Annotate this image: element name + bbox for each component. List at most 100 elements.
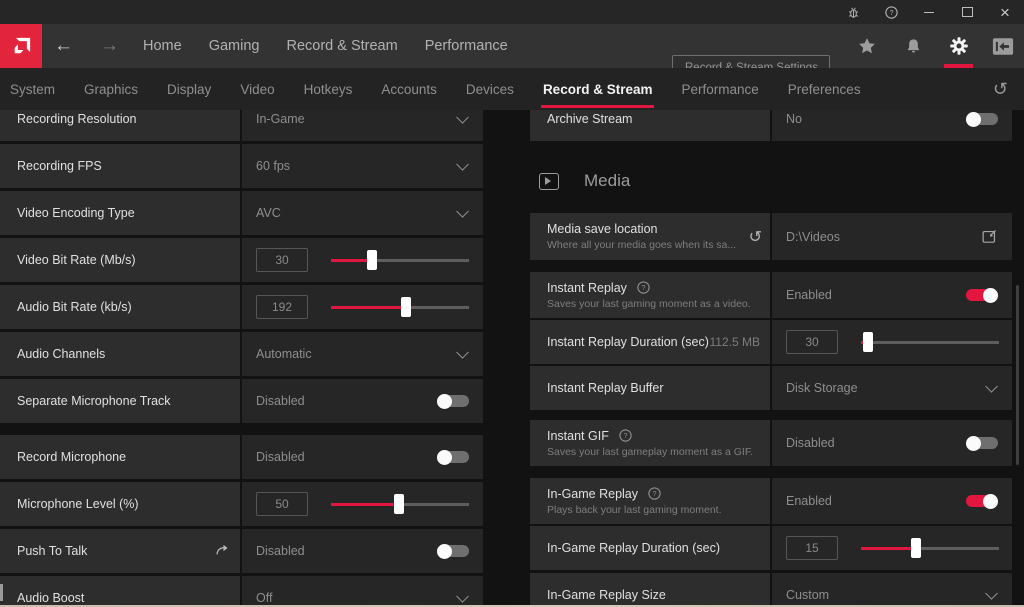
audio-boost-dropdown[interactable]: Off <box>242 576 483 607</box>
chevron-down-icon <box>985 587 998 600</box>
row-archive-stream: Archive Stream No <box>530 110 1012 141</box>
toggle-state-label: Disabled <box>786 436 835 450</box>
media-save-path: D:\Videos <box>786 230 840 244</box>
row-recording-resolution: Recording Resolution In-Game <box>0 110 483 141</box>
in-game-replay-duration-input[interactable] <box>786 536 838 560</box>
tab-devices[interactable]: Devices <box>464 68 516 110</box>
menu-item-gaming[interactable]: Gaming <box>209 38 260 54</box>
row-video-encoding-type: Video Encoding Type AVC <box>0 191 483 235</box>
audio-bitrate-slider[interactable] <box>331 297 469 317</box>
minimize-to-tray-icon[interactable] <box>988 24 1018 68</box>
tab-graphics[interactable]: Graphics <box>82 68 140 110</box>
tab-video[interactable]: Video <box>238 68 276 110</box>
slider-handle[interactable] <box>911 538 921 558</box>
tab-hotkeys[interactable]: Hotkeys <box>302 68 355 110</box>
navbar: ← → Home Gaming Record & Stream Performa… <box>0 24 1024 68</box>
audio-channels-dropdown[interactable]: Automatic <box>242 332 483 376</box>
undo-reset-icon[interactable]: ↺ <box>749 229 762 245</box>
right-scrollbar-thumb[interactable] <box>1016 285 1019 465</box>
left-scrollbar-thumb[interactable] <box>0 584 3 601</box>
menu-item-home[interactable]: Home <box>143 38 182 54</box>
setting-label: Video Encoding Type <box>17 206 135 220</box>
row-microphone-level: Microphone Level (%) <box>0 482 483 526</box>
media-video-icon <box>539 173 559 190</box>
slider-handle[interactable] <box>394 494 404 514</box>
chevron-down-icon <box>456 346 469 359</box>
tab-system[interactable]: System <box>8 68 57 110</box>
video-bitrate-input[interactable] <box>256 248 308 272</box>
settings-gear-icon[interactable] <box>944 24 974 68</box>
svg-text:?: ? <box>641 284 645 292</box>
row-in-game-replay: In-Game Replay ? Plays back your last ga… <box>530 478 1012 524</box>
row-instant-replay: Instant Replay ? Saves your last gaming … <box>530 272 1012 318</box>
tab-record-stream[interactable]: Record & Stream <box>541 68 655 110</box>
archive-stream-toggle[interactable] <box>966 112 998 127</box>
in-game-replay-duration-slider[interactable] <box>861 538 999 558</box>
reset-defaults-icon[interactable]: ↺ <box>993 68 1024 110</box>
toggle-state-label: Disabled <box>256 394 305 408</box>
recording-settings-column: Recording Resolution In-Game Recording F… <box>0 110 483 607</box>
menu-item-record-stream[interactable]: Record & Stream <box>286 38 397 54</box>
setting-label: Audio Bit Rate (kb/s) <box>17 300 132 314</box>
setting-label: Audio Channels <box>17 347 105 361</box>
record-microphone-toggle[interactable] <box>437 450 469 465</box>
slider-handle[interactable] <box>367 250 377 270</box>
maximize-icon <box>962 7 973 17</box>
recording-resolution-dropdown[interactable]: In-Game <box>242 110 483 141</box>
setting-label: Recording Resolution <box>17 112 137 126</box>
slider-handle[interactable] <box>401 297 411 317</box>
row-separate-microphone-track: Separate Microphone Track Disabled <box>0 379 483 423</box>
recording-fps-dropdown[interactable]: 60 fps <box>242 144 483 188</box>
row-in-game-replay-size: In-Game Replay Size Custom <box>530 573 1012 607</box>
separate-mic-track-toggle[interactable] <box>437 394 469 409</box>
main-menu: Home Gaming Record & Stream Performance <box>143 24 508 68</box>
setting-sublabel: Plays back your last gaming moment. <box>547 504 762 516</box>
instant-replay-duration-input[interactable] <box>786 330 838 354</box>
dropdown-value: Automatic <box>256 347 312 361</box>
toggle-state-label: No <box>786 112 802 126</box>
push-to-talk-toggle[interactable] <box>437 544 469 559</box>
instant-replay-buffer-dropdown[interactable]: Disk Storage <box>772 366 1012 410</box>
microphone-level-input[interactable] <box>256 492 308 516</box>
video-bitrate-slider[interactable] <box>331 250 469 270</box>
setting-label: Archive Stream <box>547 112 632 126</box>
amd-logo[interactable] <box>0 24 42 68</box>
instant-replay-duration-slider[interactable] <box>861 332 999 352</box>
bug-report-icon[interactable] <box>834 0 872 24</box>
instant-gif-toggle[interactable] <box>966 436 998 451</box>
section-title: Media <box>584 171 630 191</box>
in-game-replay-toggle[interactable] <box>966 494 998 509</box>
help-icon[interactable]: ? <box>872 0 910 24</box>
microphone-level-slider[interactable] <box>331 494 469 514</box>
close-button[interactable]: × <box>986 0 1024 24</box>
help-icon[interactable]: ? <box>647 486 662 501</box>
favorites-star-icon[interactable] <box>852 24 882 68</box>
edit-location-icon[interactable] <box>981 228 998 245</box>
dropdown-value: Off <box>256 591 272 605</box>
share-arrow-icon[interactable] <box>214 542 232 560</box>
minimize-button[interactable] <box>910 0 948 24</box>
amd-logo-frame <box>15 37 29 51</box>
slider-handle[interactable] <box>863 332 873 352</box>
audio-bitrate-input[interactable] <box>256 295 308 319</box>
video-encoding-dropdown[interactable]: AVC <box>242 191 483 235</box>
back-button[interactable]: ← <box>54 24 73 68</box>
notifications-bell-icon[interactable] <box>898 24 928 68</box>
instant-replay-toggle[interactable] <box>966 288 998 303</box>
help-icon[interactable]: ? <box>618 428 633 443</box>
chevron-down-icon <box>985 380 998 393</box>
buffer-size-note: 112.5 MB <box>710 335 762 349</box>
setting-label: Recording FPS <box>17 159 102 173</box>
menu-item-performance[interactable]: Performance <box>425 38 508 54</box>
tab-accounts[interactable]: Accounts <box>379 68 439 110</box>
tab-display[interactable]: Display <box>165 68 213 110</box>
svg-text:?: ? <box>653 490 657 498</box>
tab-performance[interactable]: Performance <box>679 68 760 110</box>
setting-label: Separate Microphone Track <box>17 394 171 408</box>
row-video-bit-rate: Video Bit Rate (Mb/s) <box>0 238 483 282</box>
in-game-replay-size-dropdown[interactable]: Custom <box>772 573 1012 607</box>
maximize-button[interactable] <box>948 0 986 24</box>
help-icon[interactable]: ? <box>636 280 651 295</box>
tab-preferences[interactable]: Preferences <box>786 68 863 110</box>
forward-button[interactable]: → <box>100 24 119 68</box>
